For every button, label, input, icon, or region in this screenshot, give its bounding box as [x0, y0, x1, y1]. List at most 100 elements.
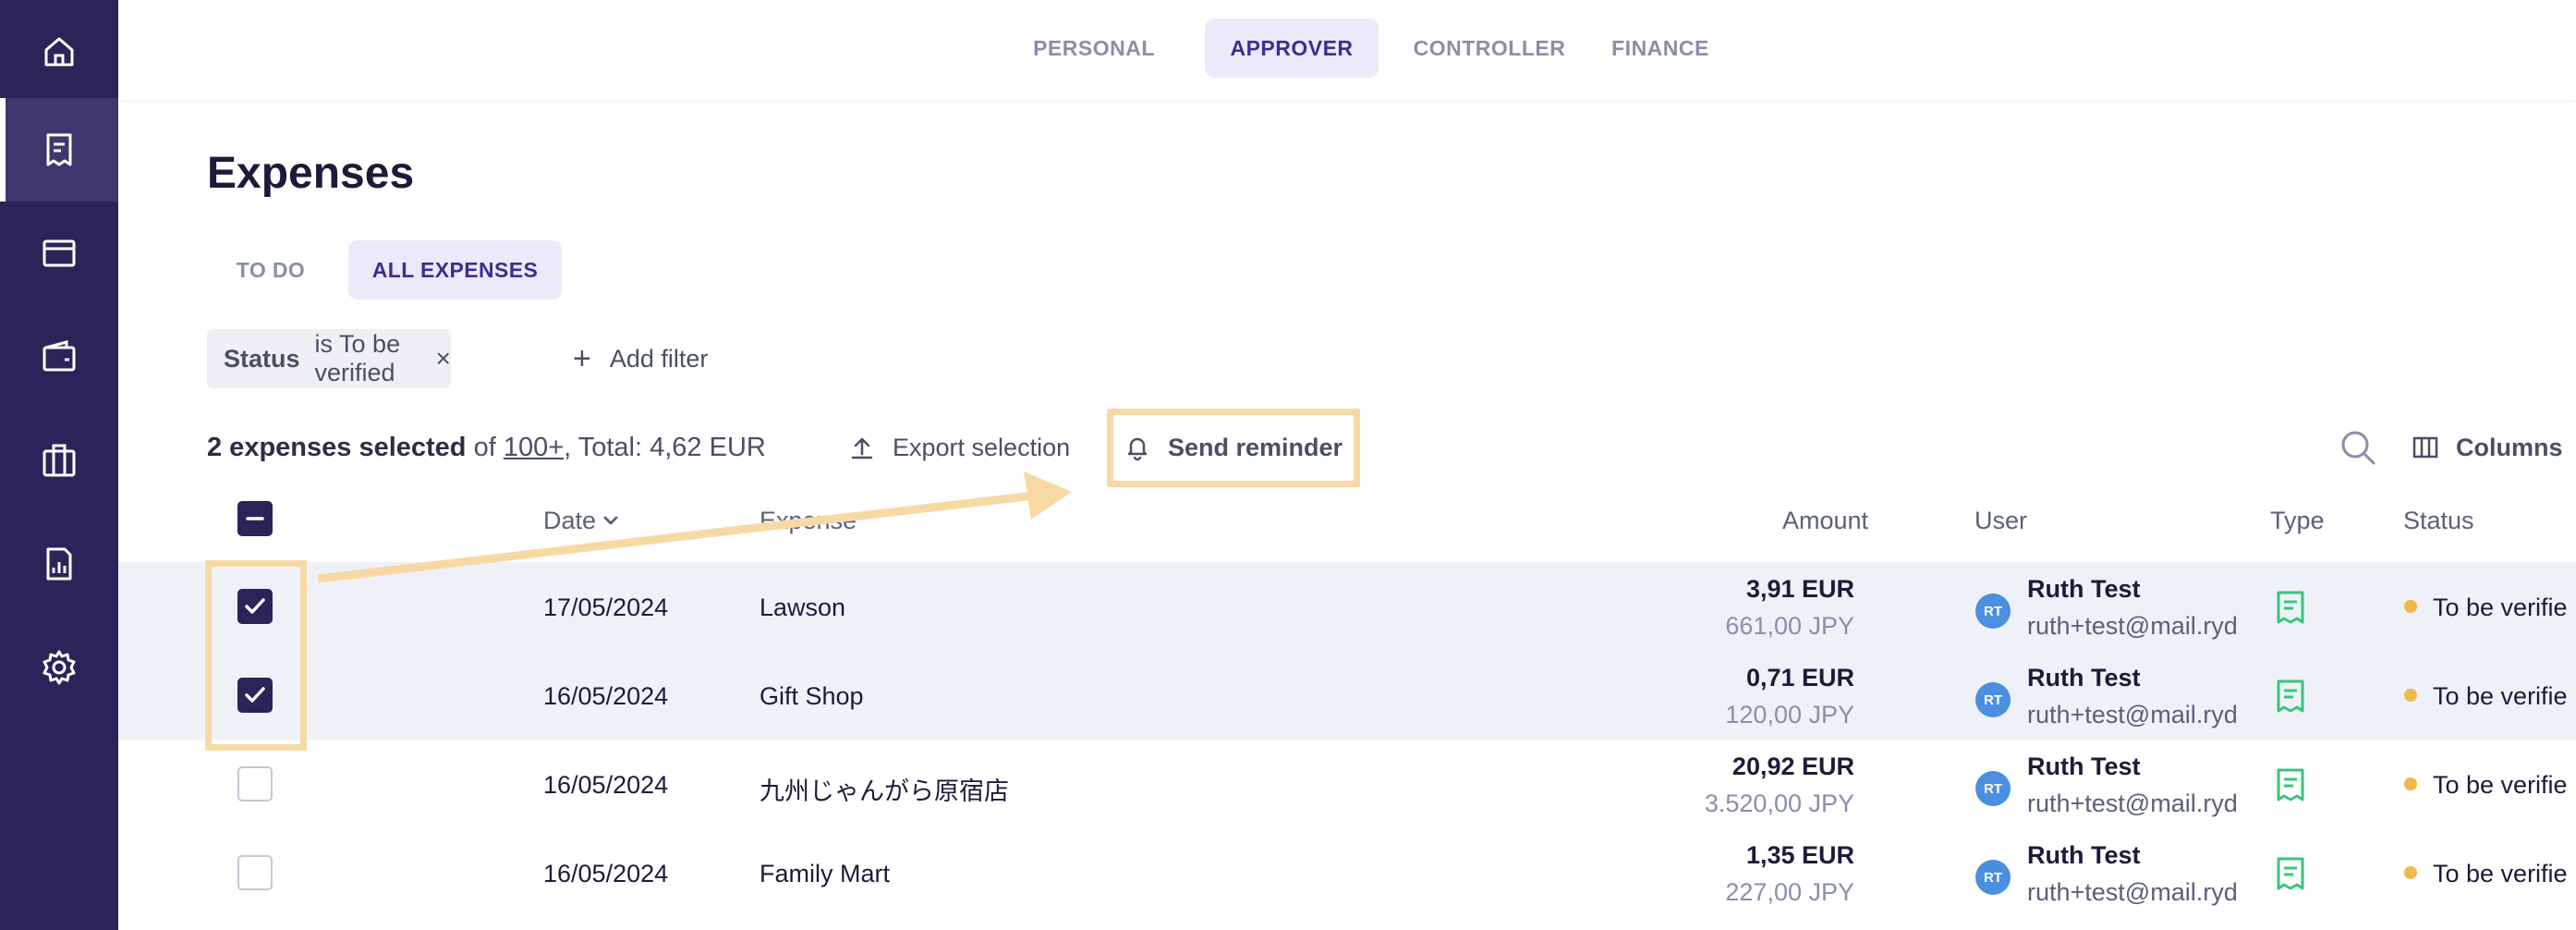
sidebar-item-trips[interactable] — [0, 409, 118, 512]
total-count-link[interactable]: 100+ — [504, 433, 564, 463]
table-row[interactable]: 16/05/2024 九州じゃんがら原宿店 20,92 EUR 3.520,00 JP… — [118, 740, 2576, 828]
filter-value: is To be verified — [314, 330, 401, 386]
row-status: To be verifie — [2433, 593, 2568, 621]
amount-original: 227,00 JPY — [1725, 878, 1854, 906]
sidebar-item-cards[interactable] — [0, 202, 118, 305]
avatar: RT — [1975, 682, 2011, 717]
sidebar-item-settings[interactable] — [0, 616, 118, 719]
row-user-name: Ruth Test — [2027, 753, 2141, 780]
avatar: RT — [1975, 771, 2011, 806]
add-filter-label: Add filter — [609, 344, 709, 373]
status-filter-chip[interactable]: Status is To be verified × — [207, 329, 451, 388]
amount-original: 120,00 JPY — [1725, 701, 1854, 728]
amount-eur: 20,92 EUR — [1732, 753, 1854, 780]
row-user-email: ruth+test@mail.ryd — [2027, 789, 2238, 817]
header-status[interactable]: Status — [2403, 497, 2474, 544]
header-type[interactable]: Type — [2270, 497, 2325, 544]
row-checkbox[interactable] — [237, 766, 273, 802]
amount-eur: 1,35 EUR — [1745, 841, 1854, 869]
row-user-name: Ruth Test — [2027, 841, 2141, 869]
columns-label: Columns — [2456, 433, 2563, 461]
row-user-name: Ruth Test — [2027, 575, 2141, 603]
selection-total: , Total: 4,62 EUR — [564, 432, 766, 462]
status-dot — [2404, 600, 2417, 613]
upload-icon — [851, 437, 873, 459]
row-expense: Lawson — [759, 593, 846, 621]
row-amount: 0,71 EUR 120,00 JPY — [1643, 651, 1854, 740]
receipt-icon — [2277, 768, 2304, 802]
checkbox-highlight — [205, 560, 307, 751]
settings-icon — [43, 650, 76, 685]
tab-controller[interactable]: CONTROLLER — [1406, 18, 1573, 78]
minus-icon — [246, 517, 264, 520]
selection-summary: 2 expenses selected of 100+, Total: 4,62… — [207, 427, 766, 468]
row-status: To be verifie — [2433, 771, 2568, 799]
table-row[interactable]: 16/05/2024 Gift Shop 0,71 EUR 120,00 JPY RT R… — [118, 651, 2576, 740]
select-all-checkbox[interactable] — [237, 501, 273, 536]
home-icon — [44, 37, 74, 67]
page-title: Expenses — [207, 149, 415, 198]
row-user-name: Ruth Test — [2027, 664, 2141, 691]
selection-of: of — [466, 432, 504, 462]
report-icon — [46, 547, 72, 581]
row-user-email: ruth+test@mail.ryd — [2027, 701, 2238, 728]
header-date[interactable]: Date — [543, 497, 620, 544]
tab-all-expenses[interactable]: ALL EXPENSES — [348, 240, 562, 300]
tab-approver[interactable]: APPROVER — [1205, 18, 1379, 78]
avatar: RT — [1975, 860, 2011, 895]
card-icon — [43, 239, 76, 267]
export-selection-button[interactable]: Export selection — [848, 427, 1070, 468]
avatar: RT — [1975, 593, 2011, 629]
status-dot — [2404, 866, 2417, 879]
selected-count: 2 expenses selected — [207, 432, 467, 462]
tab-finance[interactable]: FINANCE — [1600, 18, 1720, 78]
columns-icon — [2412, 436, 2438, 459]
sidebar-item-home[interactable] — [0, 0, 118, 104]
receipt-icon — [2277, 591, 2304, 624]
chevron-down-icon — [603, 516, 618, 525]
sidebar-item-wallet[interactable] — [0, 305, 118, 409]
export-label: Export selection — [893, 433, 1071, 461]
row-checkbox[interactable] — [237, 855, 273, 890]
row-status: To be verifie — [2433, 682, 2568, 710]
sidebar-item-expenses[interactable] — [0, 98, 118, 202]
amount-original: 3.520,00 JPY — [1704, 789, 1854, 817]
receipt-icon — [2277, 679, 2304, 713]
row-expense: 九州じゃんがら原宿店 — [759, 777, 1009, 805]
row-user-email: ruth+test@mail.ryd — [2027, 878, 2238, 906]
close-icon[interactable]: × — [436, 344, 451, 373]
columns-button[interactable]: Columns — [2412, 427, 2563, 468]
row-expense: Gift Shop — [759, 682, 864, 710]
sidebar — [0, 0, 118, 930]
table-row[interactable]: 17/05/2024 Lawson 3,91 EUR 661,00 JPY RT Ruth… — [118, 562, 2576, 651]
row-date: 16/05/2024 — [543, 860, 669, 887]
table-row[interactable]: 16/05/2024 Family Mart 1,35 EUR 227,00 JPY R… — [118, 828, 2576, 917]
tab-to-do[interactable]: TO DO — [209, 240, 333, 300]
amount-original: 661,00 JPY — [1725, 612, 1854, 640]
header-amount[interactable]: Amount — [1782, 497, 1868, 544]
status-dot — [2404, 777, 2417, 790]
header-user[interactable]: User — [1975, 497, 2027, 544]
receipt-icon — [2277, 857, 2304, 890]
header-date-label: Date — [543, 506, 597, 534]
reminder-highlight — [1107, 409, 1360, 487]
row-user-email: ruth+test@mail.ryd — [2027, 612, 2238, 640]
briefcase-icon — [43, 444, 76, 477]
row-amount: 1,35 EUR 227,00 JPY — [1643, 828, 1854, 917]
header-expense[interactable]: Expense — [759, 497, 857, 544]
search-icon[interactable] — [2339, 429, 2376, 466]
top-bar: PERSONAL APPROVER CONTROLLER FINANCE — [118, 0, 2576, 100]
tab-personal[interactable]: PERSONAL — [1020, 18, 1168, 78]
row-date: 16/05/2024 — [543, 771, 669, 799]
table-header: Date Expense Amount User Type Status — [118, 497, 2576, 544]
add-filter-button[interactable]: + Add filter — [573, 329, 708, 388]
amount-eur: 3,91 EUR — [1745, 575, 1854, 603]
filter-key: Status — [224, 344, 300, 373]
row-date: 16/05/2024 — [543, 682, 669, 710]
row-date: 17/05/2024 — [543, 593, 669, 621]
sidebar-item-reports[interactable] — [0, 512, 118, 616]
row-amount: 20,92 EUR 3.520,00 JPY — [1643, 740, 1854, 828]
row-amount: 3,91 EUR 661,00 JPY — [1643, 562, 1854, 651]
row-status: To be verifie — [2433, 860, 2568, 887]
receipt-icon — [46, 133, 72, 166]
